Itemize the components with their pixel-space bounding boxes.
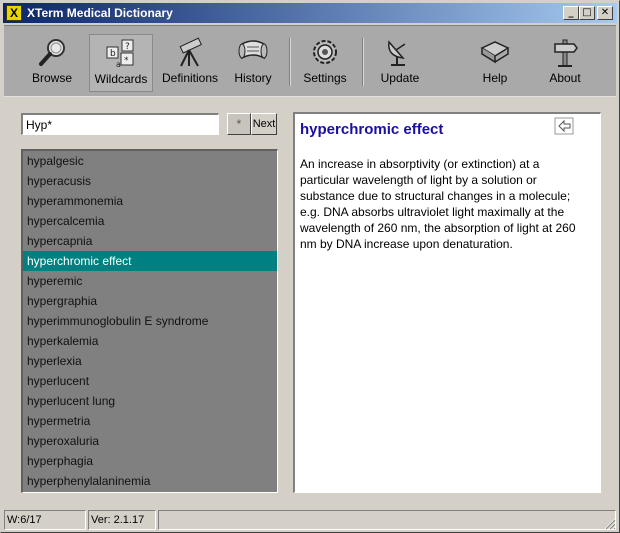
definition-text: An increase in absorptivity (or extincti… (300, 157, 576, 251)
help-label: Help (482, 71, 508, 85)
svg-text:b: b (110, 49, 116, 59)
app-icon[interactable]: X (6, 5, 22, 21)
word-list[interactable]: hypalgesic hyperacusis hyperammonemia hy… (21, 149, 278, 493)
help-button[interactable]: Help (463, 36, 527, 92)
wildcards-label: Wildcards (94, 72, 148, 86)
list-item[interactable]: hyperacusis (23, 171, 277, 191)
list-item[interactable]: hypergraphia (23, 291, 277, 311)
browse-button[interactable]: Browse (20, 36, 84, 92)
list-item[interactable]: hypalgesic (23, 151, 277, 171)
toolbar-separator (362, 38, 364, 86)
svg-text:?: ? (125, 42, 130, 52)
wildcards-icon: b ? * a (106, 39, 134, 69)
list-item[interactable]: hyperphenylalaninemia (23, 471, 277, 491)
about-button[interactable]: About (533, 36, 597, 92)
about-label: About (549, 71, 581, 85)
list-item[interactable]: hyperimmunoglobulin E syndrome (23, 311, 277, 331)
wildcard-button[interactable]: * (227, 113, 251, 135)
list-item[interactable]: hyperlucent (23, 371, 277, 391)
magnifier-icon (39, 39, 65, 66)
search-input[interactable] (21, 113, 219, 135)
list-item[interactable]: hyperoxaluria (23, 431, 277, 451)
minimize-button[interactable]: _ (563, 6, 579, 20)
list-item[interactable]: hyperlexia (23, 351, 277, 371)
status-message (158, 510, 616, 530)
list-item[interactable]: hyperemic (23, 271, 277, 291)
list-item-selected[interactable]: hyperchromic effect (23, 251, 277, 271)
next-button[interactable]: Next (251, 113, 277, 135)
wildcards-button[interactable]: b ? * a Wildcards (89, 34, 153, 92)
list-item[interactable]: hyperammonemia (23, 191, 277, 211)
toolbar-separator (289, 38, 291, 86)
gear-icon (313, 40, 337, 64)
update-label: Update (380, 71, 420, 85)
list-item[interactable]: hypermetria (23, 411, 277, 431)
svg-text:*: * (124, 56, 129, 66)
title-bar[interactable]: X XTerm Medical Dictionary _ □ ✕ (3, 3, 617, 23)
telescope-icon (179, 37, 202, 67)
list-item[interactable]: hypercalcemia (23, 211, 277, 231)
scroll-icon (238, 40, 268, 60)
toolbar: Browse b ? * a Wildcards Definitions His… (4, 25, 616, 97)
settings-label: Settings (303, 71, 347, 85)
resize-grip-icon[interactable] (602, 516, 616, 530)
signpost-icon (554, 39, 578, 67)
list-item[interactable]: hyperphagia (23, 451, 277, 471)
definitions-label: Definitions (161, 71, 219, 85)
update-button[interactable]: Update (368, 36, 432, 92)
browse-label: Browse (31, 71, 72, 85)
definitions-button[interactable]: Definitions (158, 36, 222, 92)
svg-text:a: a (116, 60, 121, 69)
app-window: X XTerm Medical Dictionary _ □ ✕ Browse … (0, 0, 620, 533)
book-icon (480, 41, 510, 64)
list-item[interactable]: hyperlucent lung (23, 391, 277, 411)
window-title: XTerm Medical Dictionary (27, 6, 173, 20)
word-count: W:6/17 (4, 510, 86, 530)
history-label: History (234, 71, 272, 85)
status-bar: W:6/17 Ver: 2.1.17 (4, 510, 616, 530)
history-button[interactable]: History (221, 36, 285, 92)
list-item[interactable]: hyperkalemia (23, 331, 277, 351)
satellite-dish-icon (388, 40, 406, 66)
settings-button[interactable]: Settings (293, 36, 357, 92)
back-arrow-icon[interactable] (554, 117, 574, 135)
maximize-button[interactable]: □ (579, 6, 595, 20)
definition-panel: hyperchromic effect An increase in absor… (293, 112, 601, 493)
list-item[interactable]: hypercapnia (23, 231, 277, 251)
definition-term: hyperchromic effect (300, 121, 444, 138)
close-button[interactable]: ✕ (597, 6, 613, 20)
version-text: Ver: 2.1.17 (88, 510, 156, 530)
